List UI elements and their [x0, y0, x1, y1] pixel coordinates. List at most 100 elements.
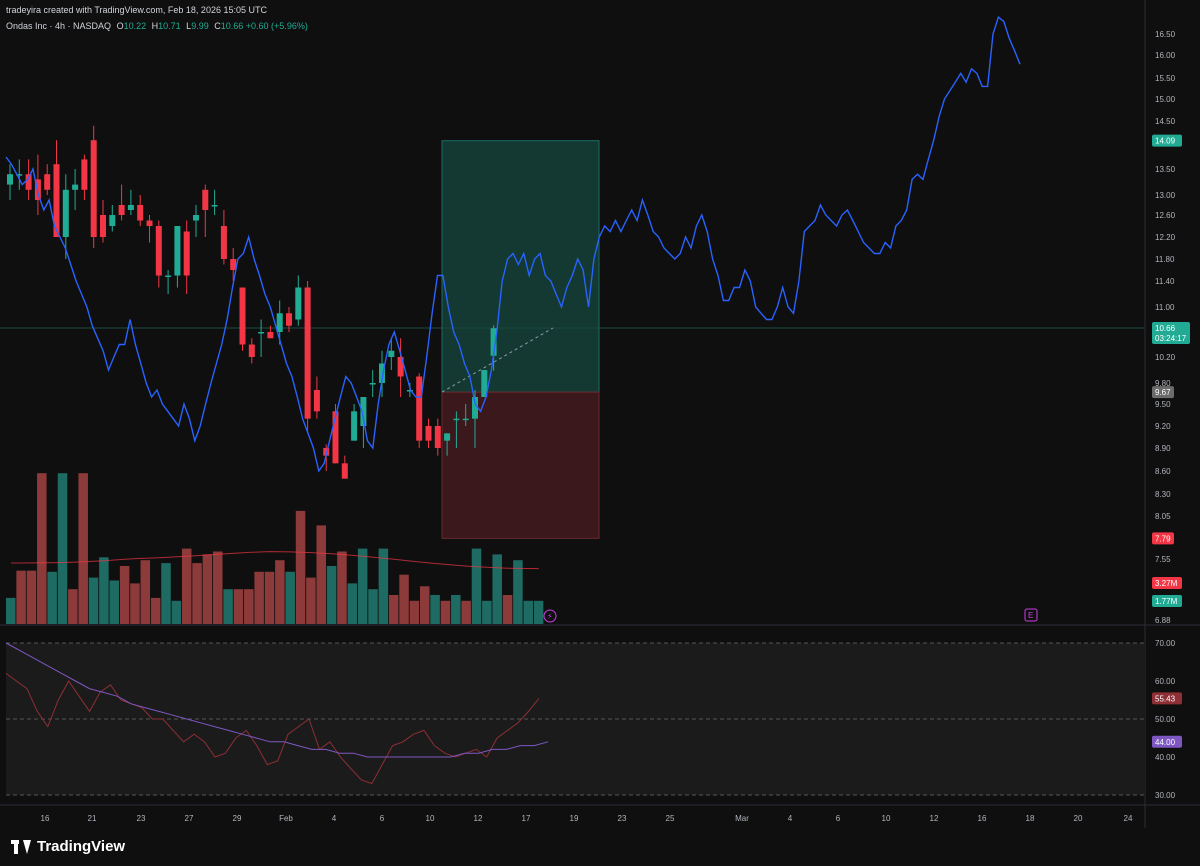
candle-body [434, 426, 441, 448]
price-tick-label: 11.80 [1155, 255, 1175, 264]
volume-bar [502, 595, 513, 624]
volume-tag: 1.77M [1155, 597, 1178, 606]
time-tick-label: 20 [1074, 814, 1083, 823]
long-position-tool[interactable] [441, 140, 600, 539]
volume-bar [47, 571, 57, 624]
candle-body [239, 287, 246, 345]
volume-bar [37, 473, 47, 624]
volume-bar [295, 510, 306, 624]
low-value: 9.99 [191, 21, 209, 31]
price-tick-label: 10.20 [1155, 353, 1176, 362]
volume-bar [275, 560, 285, 624]
rsi-ma-tag: 44.00 [1155, 738, 1176, 747]
rsi-tick-label: 30.00 [1155, 791, 1176, 800]
volume-bar [388, 595, 399, 624]
close-value: 10.66 [220, 21, 244, 31]
open-value: 10.22 [123, 21, 147, 31]
candle-body [230, 259, 237, 270]
entry-price-tag: 9.67 [1155, 388, 1171, 397]
time-tick-label: 4 [332, 814, 337, 823]
brand[interactable]: TradingView [11, 838, 125, 855]
candle-body [155, 226, 162, 276]
candle-body [44, 174, 51, 190]
volume-bar [244, 589, 254, 624]
price-tick-label: 8.30 [1155, 490, 1171, 499]
candle-body [174, 226, 181, 276]
candle-body [286, 313, 292, 326]
volume-bar [533, 600, 544, 624]
candle-body [211, 205, 218, 207]
candle-body [7, 174, 13, 185]
time-tick-label: 12 [930, 814, 939, 823]
volume-bar [181, 548, 192, 624]
candle-body [248, 344, 255, 357]
candle-body [137, 205, 144, 221]
time-tick-label: 6 [380, 814, 385, 823]
candle-body [202, 189, 209, 210]
rsi-tick-label: 50.00 [1155, 715, 1176, 724]
volume-bar [523, 600, 533, 624]
price-tick-label: 7.55 [1155, 555, 1171, 564]
time-tick-label: 16 [41, 814, 50, 823]
volume-bar [192, 563, 202, 624]
price-tick-label: 16.00 [1155, 51, 1176, 60]
time-tick-label: 16 [978, 814, 987, 823]
candle-body [220, 226, 227, 259]
time-tick-label: 17 [522, 814, 531, 823]
volume-bar [461, 600, 471, 624]
time-tick-label: 10 [426, 814, 435, 823]
volume-bar [264, 571, 275, 624]
symbol-label[interactable]: Ondas Inc · 4h · NASDAQ [6, 21, 111, 31]
candle-body [183, 231, 190, 276]
volume-bar [171, 600, 182, 624]
high-value: 10.71 [158, 21, 181, 31]
volume-bar [482, 600, 492, 624]
volume-ma-tag: 3.27M [1155, 579, 1178, 588]
candle-body [100, 215, 106, 237]
time-tick-label: 19 [570, 814, 579, 823]
volume-bar [161, 563, 171, 624]
last-price-tag: 10.66 [1155, 324, 1176, 333]
volume-bar [202, 554, 213, 624]
candle-body [62, 189, 69, 237]
brand-name: TradingView [37, 838, 126, 855]
volume-bar [513, 560, 523, 624]
volume-bar [130, 583, 140, 624]
candle-body [193, 215, 199, 221]
volume-bar [430, 595, 440, 624]
volume-bar [337, 551, 347, 624]
candle-body [444, 433, 451, 441]
rsi-tick-label: 40.00 [1155, 753, 1176, 762]
chart-credit: tradeyira created with TradingView.com, … [6, 5, 267, 15]
price-tick-label: 9.50 [1155, 400, 1171, 409]
chart-canvas[interactable]: 70.00 60.00 50.00 40.00 30.00 16.50 16.00 15.5… [0, 0, 1200, 866]
time-tick-label: 27 [185, 814, 194, 823]
candle-body [72, 184, 79, 190]
volume-bar [254, 571, 264, 624]
rsi-panel: 70.00 60.00 50.00 40.00 30.00 [5, 639, 1176, 800]
time-tick-label: 29 [233, 814, 242, 823]
volume-bar [26, 570, 37, 624]
volume-bar [213, 551, 223, 624]
volume-bar [399, 574, 409, 624]
footer-bar [0, 828, 1200, 866]
candle-body [109, 215, 116, 226]
volume-bar [57, 473, 68, 624]
volume-bar [306, 577, 316, 624]
volume-bar [119, 566, 130, 624]
volume-bar [420, 586, 430, 624]
candle-body [295, 287, 302, 320]
volume-bar [140, 560, 151, 624]
candle-body [304, 287, 311, 419]
price-tick-label: 16.50 [1155, 30, 1176, 39]
rsi-value-tag: 55.43 [1155, 694, 1176, 703]
time-tick-label: 25 [666, 814, 675, 823]
candle-body [425, 426, 432, 441]
price-tick-label: 9.20 [1155, 422, 1171, 431]
volume-bar [109, 580, 119, 624]
volume-bar [316, 525, 326, 624]
time-tick-label: Feb [279, 814, 293, 823]
time-tick-label: 23 [618, 814, 627, 823]
candle-body [388, 350, 395, 357]
target-price-tag: 14.09 [1155, 137, 1176, 146]
